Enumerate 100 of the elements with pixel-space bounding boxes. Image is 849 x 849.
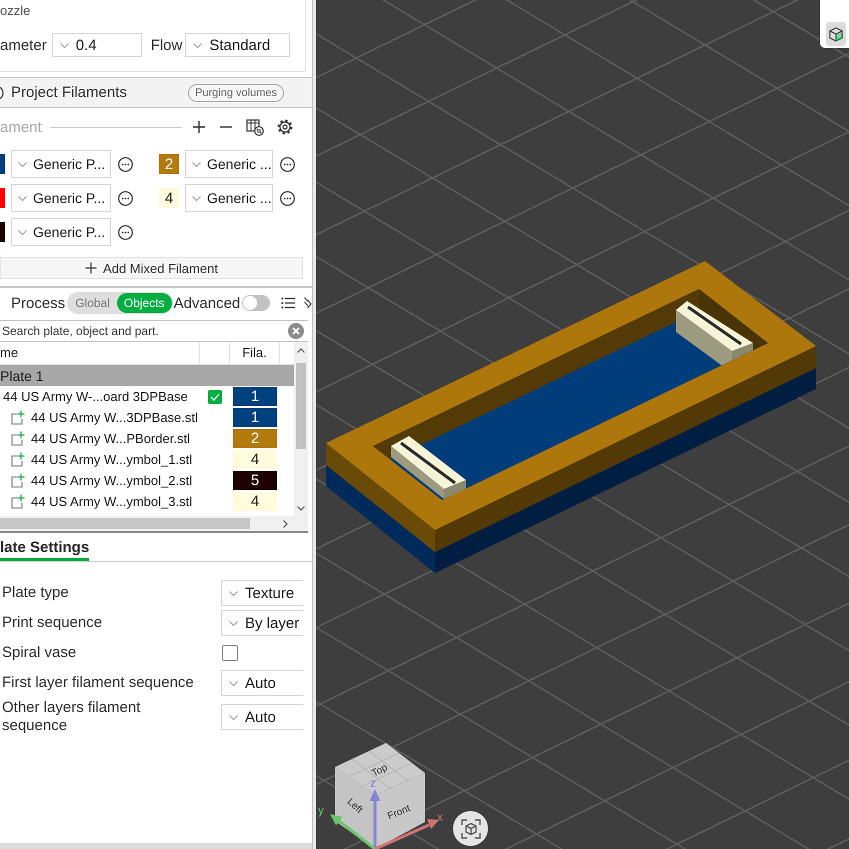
part-icon — [11, 452, 25, 467]
field-label: ameter — [0, 36, 47, 54]
arc-icon[interactable] — [0, 84, 4, 100]
y-axis-arrow — [330, 814, 376, 849]
filament-cell[interactable]: 5 — [233, 471, 277, 490]
filament-dropdown[interactable]: Generic ... — [185, 184, 273, 212]
part-icon — [11, 494, 25, 509]
chevron-down-icon — [229, 590, 238, 596]
filament-dropdown[interactable]: Generic ... — [185, 150, 273, 178]
checkbox[interactable] — [222, 645, 238, 661]
list-icon[interactable] — [281, 297, 296, 309]
chevron-down-icon — [229, 620, 238, 626]
add-mixed-filament-button[interactable]: Add Mixed Filament — [0, 257, 303, 279]
purging-volumes-button[interactable]: Purging volumes — [188, 84, 284, 102]
caret-down-icon[interactable] — [297, 506, 305, 511]
advanced-label: Advanced — [174, 294, 240, 312]
chevron-down-icon — [18, 230, 27, 234]
diameter-dropdown[interactable]: 0.4 — [52, 33, 142, 57]
part-icon — [11, 473, 25, 488]
print-model-drawing[interactable] — [326, 261, 816, 573]
filament-dropdown[interactable]: Generic P... — [11, 218, 111, 246]
section-title: Project Filaments — [11, 84, 127, 101]
section-title: Process — [11, 294, 66, 312]
setting-label: Spiral vase — [2, 644, 78, 662]
filament-cell[interactable]: 4 — [233, 492, 277, 511]
part-name[interactable]: 44 US Army W...ymbol_2.stl — [31, 473, 192, 488]
section-title: ozzle — [0, 3, 32, 18]
part-name[interactable]: 44 US Army W...PBorder.stl — [31, 431, 190, 446]
x-axis-arrow — [374, 819, 439, 849]
filament-cell[interactable]: 1 — [233, 408, 277, 427]
settings-icon[interactable] — [276, 119, 293, 135]
chevron-down-icon — [192, 196, 201, 200]
flow-dropdown[interactable]: Standard — [185, 33, 290, 57]
field-label: Flow — [150, 36, 182, 54]
chevron-down-icon — [60, 42, 69, 48]
toggle-switch[interactable] — [242, 295, 270, 311]
cube-face-label: Left — [344, 796, 365, 816]
view-cube[interactable] — [335, 743, 425, 849]
double-chevron-icon[interactable] — [304, 296, 312, 310]
cube-face-label: Front — [386, 803, 412, 822]
chevron-down-icon — [18, 196, 27, 200]
object-name[interactable]: 44 US Army W-...oard 3DPBase — [3, 389, 188, 404]
cube-icon — [829, 26, 843, 42]
chevron-down-icon — [18, 162, 27, 166]
settings-tab[interactable]: late Settings — [0, 533, 89, 561]
filament-swatch[interactable] — [0, 154, 5, 174]
plate-name: Plate 1 — [0, 368, 44, 384]
plus-icon[interactable] — [192, 120, 206, 134]
part-name[interactable]: 44 US Army W...ymbol_1.stl — [31, 452, 192, 467]
plate-row[interactable]: Plate 1 — [0, 365, 294, 386]
setting-label: Plate type — [2, 584, 70, 602]
column-header[interactable]: me — [0, 342, 200, 364]
more-icon[interactable] — [280, 156, 295, 172]
clear-icon[interactable] — [288, 323, 304, 339]
part-icon — [11, 431, 25, 446]
cube-frame-icon — [460, 818, 480, 838]
more-icon[interactable] — [118, 224, 133, 240]
filament-swatch[interactable] — [0, 222, 5, 242]
search-field[interactable]: Search plate, object and part. — [0, 320, 308, 342]
setting-dropdown[interactable]: Auto — [221, 670, 303, 696]
scrollbar-thumb[interactable] — [0, 518, 250, 529]
vertical-scrollbar[interactable] — [294, 342, 308, 516]
view-toggle-button[interactable] — [826, 22, 846, 46]
chevron-down-icon — [229, 680, 238, 686]
setting-label: Print sequence — [2, 614, 104, 632]
plus-icon — [85, 262, 98, 274]
filament-label: ament — [0, 118, 42, 136]
filament-dropdown[interactable]: Generic P... — [11, 184, 111, 212]
horizontal-scrollbar[interactable] — [0, 843, 312, 849]
more-icon[interactable] — [280, 190, 295, 206]
setting-dropdown[interactable]: By layer — [221, 610, 303, 636]
axis-label: y — [318, 803, 324, 817]
reset-view-button[interactable] — [453, 811, 488, 846]
z-axis-arrow — [370, 789, 380, 849]
filament-swatch[interactable]: 4 — [159, 188, 179, 208]
part-name[interactable]: 44 US Army W...3DPBase.stl — [31, 410, 198, 425]
filament-cell[interactable]: 1 — [233, 387, 277, 406]
chevron-down-icon — [192, 162, 201, 166]
part-name[interactable]: 44 US Army W...ymbol_3.stl — [31, 494, 192, 509]
printable-checkbox[interactable] — [208, 390, 222, 404]
more-icon[interactable] — [118, 156, 133, 172]
chevron-down-icon — [229, 714, 238, 720]
setting-label: Other layers filament sequence — [2, 699, 142, 735]
chevron-down-icon — [193, 42, 202, 48]
grid-sync-icon[interactable] — [246, 118, 264, 136]
filament-swatch[interactable] — [0, 188, 5, 208]
setting-dropdown[interactable]: Texture — [221, 580, 303, 606]
setting-dropdown[interactable]: Auto — [221, 704, 303, 730]
horizontal-scrollbar[interactable] — [0, 516, 308, 531]
scrollbar-thumb[interactable] — [296, 363, 306, 449]
filament-cell[interactable]: 2 — [233, 429, 277, 448]
filament-cell[interactable]: 4 — [233, 450, 277, 469]
more-icon[interactable] — [118, 190, 133, 206]
filament-swatch[interactable]: 2 — [159, 154, 179, 174]
caret-right-icon[interactable] — [283, 520, 288, 528]
part-icon — [11, 410, 25, 425]
column-header[interactable]: Fila. — [230, 342, 280, 364]
filament-dropdown[interactable]: Generic P... — [11, 150, 111, 178]
setting-label: First layer filament sequence — [2, 674, 195, 692]
caret-up-icon[interactable] — [297, 348, 305, 353]
